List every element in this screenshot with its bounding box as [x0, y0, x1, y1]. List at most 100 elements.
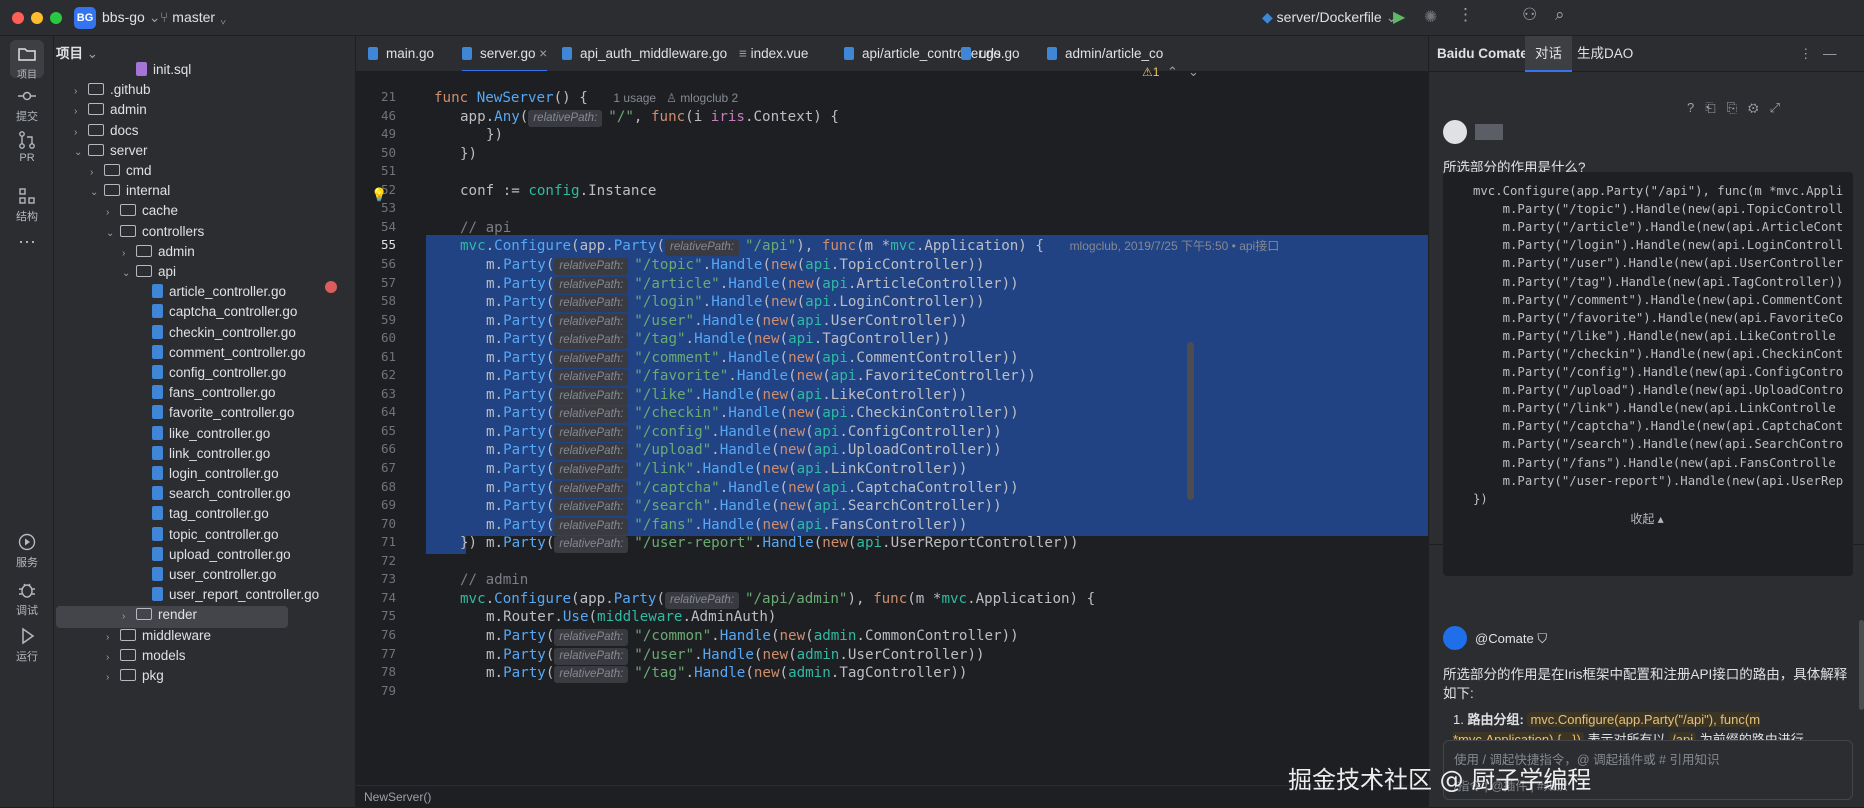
- tool-project[interactable]: 项目: [0, 36, 54, 84]
- tab-chat[interactable]: 对话: [1525, 36, 1572, 72]
- inlay-hint: relativePath:: [528, 109, 603, 127]
- code-token: Handle: [728, 349, 780, 366]
- tool-structure[interactable]: 结构: [0, 186, 54, 224]
- code-line: m.Party(relativePath: "/tag".Handle(new(a…: [486, 662, 967, 684]
- maximize-window-icon[interactable]: [50, 12, 62, 24]
- code-token: )): [1061, 535, 1079, 552]
- tree-item-label: config_controller.go: [169, 365, 287, 380]
- expand-arrow-icon[interactable]: ⌄: [74, 141, 88, 165]
- code-token: (: [762, 256, 771, 273]
- go-file-icon: [152, 425, 163, 440]
- breakpoint-icon[interactable]: [325, 281, 337, 293]
- line-number: 64: [380, 404, 396, 420]
- code-token: (i: [685, 108, 711, 125]
- run-icon[interactable]: ▶: [1393, 7, 1405, 27]
- tool-services[interactable]: 服务: [0, 532, 54, 570]
- chat-scrollbar[interactable]: [1859, 620, 1864, 710]
- lightbulb-icon[interactable]: 💡: [371, 187, 387, 203]
- code-token: (: [779, 479, 789, 496]
- close-tab-icon[interactable]: ×: [536, 46, 547, 61]
- tree-row[interactable]: › pkg: [106, 664, 164, 688]
- quoted-code-line: m.Party("/article").Handle(new(api.Artic…: [1473, 220, 1844, 235]
- prev-highlight-icon[interactable]: ⌃: [1167, 64, 1178, 80]
- minimize-panel-icon[interactable]: —: [1823, 36, 1837, 72]
- tab-generate-dao[interactable]: 生成DAO: [1577, 36, 1633, 72]
- code-token: Party: [503, 368, 546, 385]
- tab-label: main.go: [386, 46, 435, 61]
- code-token: ConfigController: [847, 423, 985, 440]
- code-token: new: [753, 331, 780, 348]
- sql-file-icon: [136, 62, 147, 76]
- run-icon: [22, 627, 35, 645]
- code-token: .: [719, 405, 729, 422]
- tree-item-label: like_controller.go: [169, 425, 271, 441]
- run-config-selector[interactable]: ◆ server/Dockerfile ⌄: [1262, 9, 1397, 26]
- code-token: (: [656, 590, 666, 607]
- editor-tab[interactable]: ≡ index.vue: [739, 36, 808, 71]
- code-token: api: [822, 349, 848, 366]
- editor-tab[interactable]: main.go: [368, 36, 435, 71]
- code-token: m.: [486, 516, 504, 533]
- code-token: (: [813, 349, 823, 366]
- expand-arrow-icon[interactable]: ⌄: [122, 262, 136, 286]
- expand-icon[interactable]: ⤢: [1770, 100, 1791, 115]
- user-name-redacted: [1475, 124, 1503, 140]
- editor-tab[interactable]: server.go ×: [462, 36, 548, 71]
- debug-icon[interactable]: ✺: [1424, 7, 1437, 27]
- code-token: m.: [486, 442, 504, 459]
- commit-icon: [18, 91, 36, 101]
- code-line: }): [486, 124, 503, 146]
- branch-switcher[interactable]: ⑂ master ⌄: [160, 9, 227, 25]
- tree-item-label: controllers: [142, 223, 205, 239]
- add-user-icon[interactable]: ⚇: [1522, 5, 1537, 25]
- editor-tab[interactable]: api_auth_middleware.go: [562, 36, 727, 71]
- editor-gutter: 21 46 49 50 51 52 53 54 55 56 57 58 59 60 61 62 63 64 65 66…: [356, 72, 426, 807]
- folder-icon: [104, 164, 120, 176]
- tool-debug[interactable]: 调试: [0, 580, 54, 618]
- help-icon[interactable]: ?: [1687, 100, 1705, 115]
- go-file-icon: [1047, 47, 1057, 60]
- settings-icon[interactable]: ⚙: [1748, 100, 1770, 115]
- editor-scrollbar[interactable]: [1187, 342, 1194, 500]
- next-highlight-icon[interactable]: ⌄: [1188, 64, 1199, 80]
- tool-run[interactable]: 运行: [0, 626, 54, 664]
- warning-indicator[interactable]: ⚠1: [1142, 65, 1159, 79]
- expand-arrow-icon[interactable]: ›: [106, 666, 120, 690]
- project-switcher[interactable]: bbs-go ⌄: [102, 9, 160, 26]
- project-badge[interactable]: BG: [74, 7, 96, 29]
- tool-pr[interactable]: PR: [0, 130, 54, 164]
- tree-item-label: api: [158, 264, 177, 279]
- search-icon[interactable]: ⌕: [1555, 5, 1565, 25]
- line-number: 49: [380, 126, 396, 142]
- code-view[interactable]: func NewServer() { 1 usage ♙ mlogclub 2a…: [426, 72, 1428, 807]
- history-icon[interactable]: ⎗: [1705, 100, 1726, 115]
- tree-item-label: middleware: [142, 627, 212, 643]
- code-token: Any: [494, 108, 520, 125]
- code-token: .: [711, 498, 720, 515]
- share-icon[interactable]: ⎘: [1727, 100, 1748, 115]
- close-window-icon[interactable]: [12, 12, 24, 24]
- code-token: Party: [613, 238, 657, 255]
- code-token: Handle: [719, 442, 771, 459]
- expand-arrow-icon[interactable]: ⌄: [90, 181, 104, 205]
- project-panel-header[interactable]: 项目 ⌄: [56, 36, 98, 72]
- minimize-window-icon[interactable]: [31, 12, 43, 24]
- code-token: (: [805, 498, 814, 515]
- more-icon[interactable]: ⋮: [1799, 36, 1813, 72]
- tab-label: admin/article_co: [1065, 46, 1164, 61]
- collapse-button[interactable]: 收起 ▴: [1429, 510, 1864, 527]
- line-number: 73: [380, 571, 396, 587]
- breadcrumb-item[interactable]: NewServer(): [364, 790, 431, 804]
- tool-label: PR: [19, 152, 35, 164]
- expand-arrow-icon[interactable]: ⌄: [106, 222, 120, 246]
- tool-commit[interactable]: 提交: [0, 86, 54, 124]
- code-token: )): [950, 665, 968, 682]
- tree-item-label: admin: [158, 243, 195, 259]
- more-tools-icon[interactable]: ⋯: [0, 232, 54, 253]
- quoted-code-line: }): [1473, 491, 1488, 506]
- editor-tab[interactable]: urls.go: [961, 36, 1020, 71]
- code-token: (: [745, 331, 754, 348]
- go-file-icon: [152, 587, 163, 602]
- more-icon[interactable]: ⋮: [1457, 5, 1474, 25]
- code-token: func: [434, 90, 477, 106]
